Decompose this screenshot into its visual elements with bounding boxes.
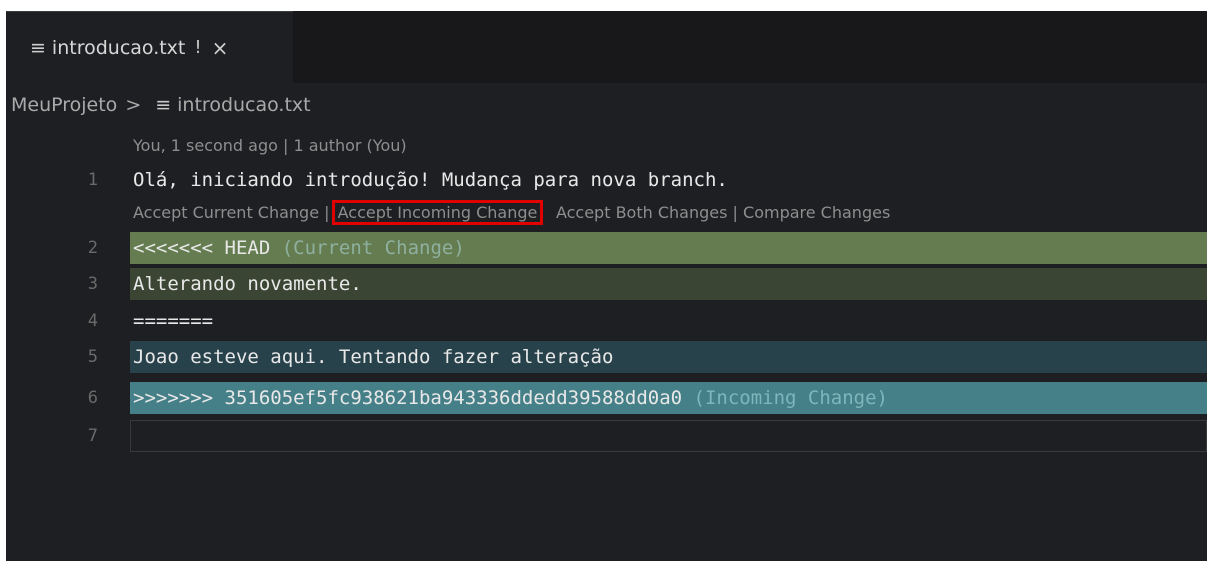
breadcrumb-file[interactable]: introducao.txt [177,94,310,116]
separator: | [732,203,738,222]
line-number: 4 [87,311,98,331]
line-number: 5 [87,347,98,367]
code-line-2: 2 <<<<<<< HEAD (Current Change) [6,232,1207,264]
tab-introducao[interactable]: ≡ introducao.txt ! × [6,11,293,83]
line-text[interactable]: Olá, iniciando introdução! Mudança para … [130,164,1207,196]
code-line-6: 6 >>>>>>> 351605ef5fc938621ba943336ddedd… [6,382,1207,414]
line-text[interactable]: ======= [130,305,1207,337]
editor: ≡ introducao.txt ! × MeuProjeto > ≡ intr… [6,11,1207,561]
line-number: 2 [87,238,98,258]
code-line-4: 4 ======= [6,305,1207,337]
conflict-actions: Accept Current Change | Accept Incoming … [133,200,890,225]
conflict-marker-head: <<<<<<< HEAD [133,237,271,259]
code-line-7: 7 [6,420,1207,452]
line-number: 7 [87,426,98,446]
line-text[interactable]: Joao esteve aqui. Tentando fazer alteraç… [130,341,1207,373]
line-number: 1 [87,170,98,190]
accept-both-changes-link[interactable]: Accept Both Changes [556,203,727,222]
breadcrumb: MeuProjeto > ≡ introducao.txt [6,83,311,127]
code-line-3: 3 Alterando novamente. [6,268,1207,300]
incoming-change-hint: (Incoming Change) [693,387,888,409]
line-number: 3 [87,274,98,294]
close-icon[interactable]: × [212,36,229,60]
breadcrumb-project[interactable]: MeuProjeto [11,94,117,116]
line-text[interactable]: <<<<<<< HEAD (Current Change) [130,232,1207,264]
accept-current-change-link[interactable]: Accept Current Change [133,203,319,222]
line-number: 6 [87,388,98,408]
code-line-1: 1 Olá, iniciando introdução! Mudança par… [6,164,1207,196]
tab-label: introducao.txt [51,36,186,59]
blame-lens[interactable]: You, 1 second ago | 1 author (You) [133,136,407,155]
conflict-marker-incoming: >>>>>>> 351605ef5fc938621ba943336ddedd39… [133,387,683,409]
current-change-hint: (Current Change) [281,237,465,259]
line-text[interactable]: Alterando novamente. [130,268,1207,300]
separator: | [324,203,330,222]
compare-changes-link[interactable]: Compare Changes [743,203,890,222]
code-line-5: 5 Joao esteve aqui. Tentando fazer alter… [6,341,1207,373]
tab-bar: ≡ introducao.txt ! × [6,11,1207,83]
line-text[interactable] [130,420,1207,452]
lines-icon: ≡ [30,36,46,59]
line-text[interactable]: >>>>>>> 351605ef5fc938621ba943336ddedd39… [130,382,1207,414]
chevron-right-icon: > [125,94,142,116]
modified-indicator: ! [194,37,202,58]
lines-icon: ≡ [155,94,172,116]
accept-incoming-change-link[interactable]: Accept Incoming Change [331,200,544,225]
